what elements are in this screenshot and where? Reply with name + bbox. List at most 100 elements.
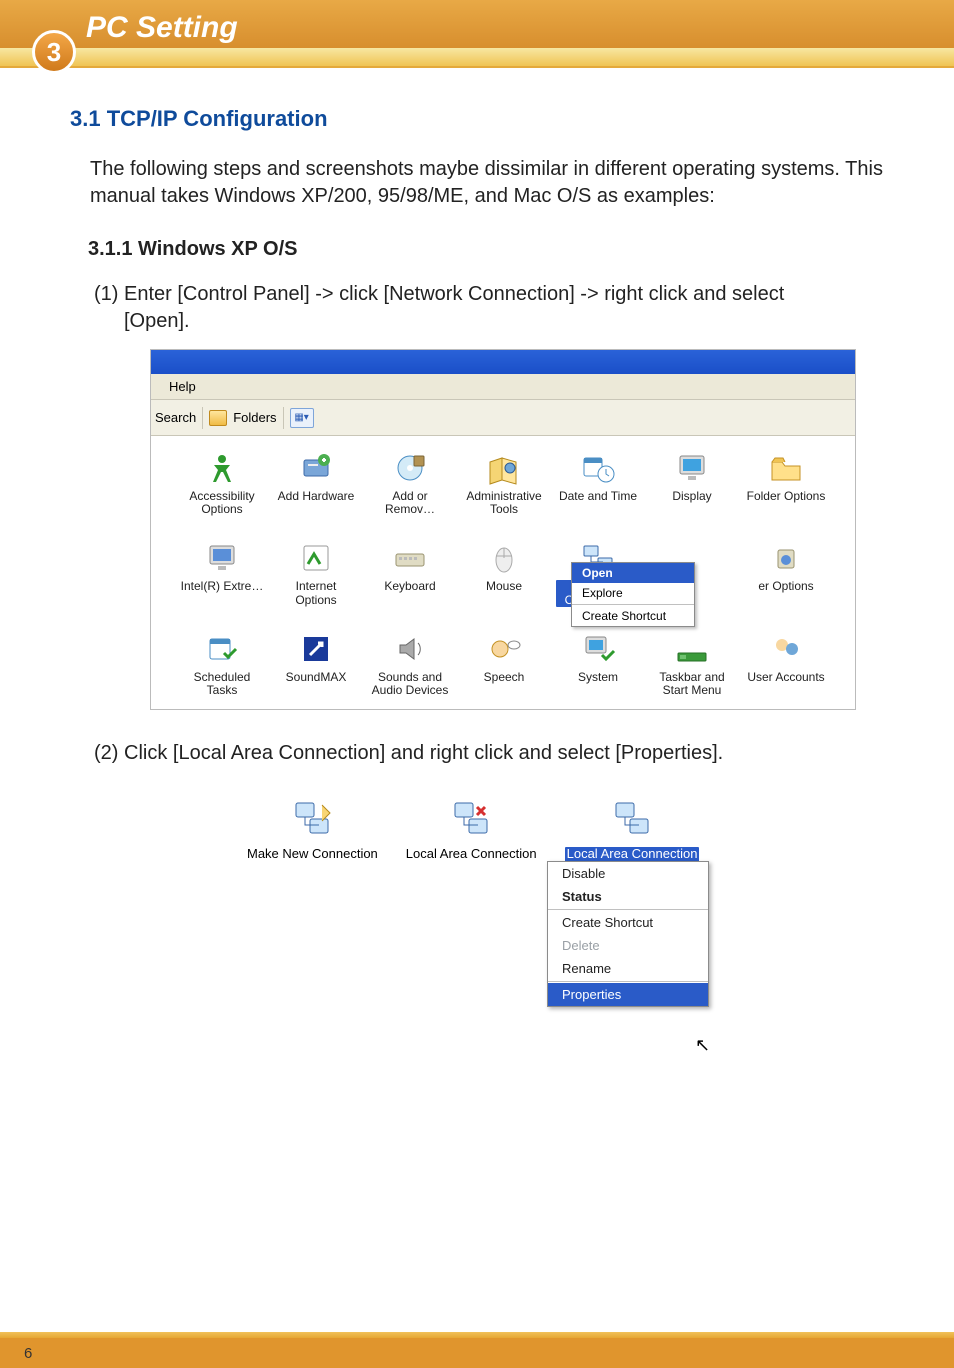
- ctx2-disable[interactable]: Disable: [548, 862, 708, 885]
- speech-icon: [486, 631, 522, 667]
- admin-tools-icon: [486, 450, 522, 486]
- date-time-icon: [580, 450, 616, 486]
- cp-label: Keyboard: [384, 580, 435, 593]
- folder-options-icon: [768, 450, 804, 486]
- views-button[interactable]: ▦▾: [290, 408, 314, 428]
- heading-3-1-1: 3.1.1 Windows XP O/S: [88, 238, 894, 261]
- sounds-icon: [392, 631, 428, 667]
- window-titlebar: [151, 350, 855, 374]
- context-menu-lan: Disable Status Create Shortcut Delete Re…: [547, 861, 709, 1007]
- ctx2-create-shortcut[interactable]: Create Shortcut: [548, 911, 708, 934]
- cp-item-sounds[interactable]: Sounds and Audio Devices: [363, 631, 457, 697]
- cp-item-date-time[interactable]: Date and Time: [551, 450, 645, 516]
- step-2: (2) Click [Local Area Connection] and ri…: [94, 740, 894, 767]
- cp-item-keyboard[interactable]: Keyboard: [363, 540, 457, 606]
- intel-icon: [204, 540, 240, 576]
- cp-item-soundmax[interactable]: SoundMAX: [269, 631, 363, 697]
- nc-label-selected: Local Area Connection: [565, 847, 700, 862]
- cp-label: Folder Options: [747, 490, 826, 503]
- cp-label: Display: [672, 490, 711, 503]
- add-remove-icon: [392, 450, 428, 486]
- ctx-create-shortcut[interactable]: Create Shortcut: [572, 606, 694, 626]
- cp-item-power-options-partial[interactable]: er Options: [739, 540, 833, 606]
- page-footer: 6: [0, 1332, 954, 1368]
- menu-help[interactable]: Help: [169, 379, 196, 394]
- page-number: 6: [24, 1345, 32, 1362]
- step-1: (1) Enter [Control Panel] -> click [Netw…: [94, 281, 894, 335]
- toolbar-separator: [283, 407, 284, 429]
- cp-label: Sounds and Audio Devices: [368, 671, 452, 697]
- cp-label: Speech: [484, 671, 525, 684]
- system-icon: [580, 631, 616, 667]
- soundmax-icon: [298, 631, 334, 667]
- cp-item-intel[interactable]: Intel(R) Extre…: [175, 540, 269, 606]
- cp-label: SoundMAX: [286, 671, 347, 684]
- nc-item-lan-1[interactable]: Local Area Connection: [406, 797, 537, 862]
- step-1-lead: (1) Enter [Control Panel] -> click [Netw…: [94, 283, 784, 305]
- nc-label: Make New Connection: [247, 847, 378, 862]
- cp-item-taskbar[interactable]: Taskbar and Start Menu: [645, 631, 739, 697]
- toolbar-separator: [202, 407, 203, 429]
- cp-label: Accessibility Options: [180, 490, 264, 516]
- step-1-continuation: [Open].: [124, 308, 894, 335]
- cp-label: Mouse: [486, 580, 522, 593]
- nc-item-make-new[interactable]: Make New Connection: [247, 797, 378, 862]
- chapter-title: PC Setting: [86, 11, 238, 45]
- make-new-connection-icon: [290, 797, 334, 841]
- cp-item-user-accounts[interactable]: User Accounts: [739, 631, 833, 697]
- context-menu-network: Open Explore Create Shortcut: [571, 562, 695, 627]
- cp-label: Internet Options: [274, 580, 358, 606]
- cp-item-accessibility[interactable]: Accessibility Options: [175, 450, 269, 516]
- cp-label: Intel(R) Extre…: [181, 580, 264, 593]
- header-swoosh: [0, 48, 954, 68]
- cp-label: Taskbar and Start Menu: [650, 671, 734, 697]
- nc-label: Local Area Connection: [406, 847, 537, 862]
- display-icon: [674, 450, 710, 486]
- section-number-badge: 3: [32, 30, 76, 74]
- cp-item-system[interactable]: System: [551, 631, 645, 697]
- cp-item-speech[interactable]: Speech: [457, 631, 551, 697]
- cp-item-internet-options[interactable]: Internet Options: [269, 540, 363, 606]
- cp-label: Date and Time: [559, 490, 637, 503]
- ctx-separator: [572, 604, 694, 605]
- power-icon: [768, 540, 804, 576]
- cp-label: Add or Remov…: [368, 490, 452, 516]
- cp-item-scheduled-tasks[interactable]: Scheduled Tasks: [175, 631, 269, 697]
- lan-selected-icon: [610, 797, 654, 841]
- cp-item-add-hardware[interactable]: Add Hardware: [269, 450, 363, 516]
- cp-label: Add Hardware: [278, 490, 355, 503]
- heading-3-1: 3.1 TCP/IP Configuration: [70, 106, 894, 132]
- window-menubar: Help: [151, 374, 855, 400]
- cp-label: System: [578, 671, 618, 684]
- ctx2-delete-disabled: Delete: [548, 934, 708, 957]
- cp-item-mouse[interactable]: Mouse: [457, 540, 551, 606]
- cp-item-admin-tools[interactable]: Administrative Tools: [457, 450, 551, 516]
- user-accounts-icon: [768, 631, 804, 667]
- add-hardware-icon: [298, 450, 334, 486]
- mouse-icon: [486, 540, 522, 576]
- ctx2-rename[interactable]: Rename: [548, 957, 708, 980]
- screenshot-control-panel: Help Search Folders ▦▾ Accessibility Opt…: [150, 349, 856, 710]
- ctx2-status[interactable]: Status: [548, 885, 708, 908]
- lan-icon: [449, 797, 493, 841]
- cp-label: User Accounts: [747, 671, 824, 684]
- ctx-separator: [548, 909, 708, 910]
- ctx-separator: [548, 981, 708, 982]
- cp-label: Administrative Tools: [462, 490, 546, 516]
- folders-icon[interactable]: [209, 410, 227, 426]
- nc-item-lan-2-selected[interactable]: Local Area Connection: [565, 797, 700, 862]
- accessibility-icon: [204, 450, 240, 486]
- ctx-open[interactable]: Open: [572, 563, 694, 583]
- window-toolbar: Search Folders ▦▾: [151, 400, 855, 436]
- keyboard-icon: [392, 540, 428, 576]
- cp-label: er Options: [758, 580, 813, 593]
- cp-item-display[interactable]: Display: [645, 450, 739, 516]
- toolbar-folders-label[interactable]: Folders: [233, 410, 276, 425]
- cp-label: Scheduled Tasks: [180, 671, 264, 697]
- cp-item-folder-options[interactable]: Folder Options: [739, 450, 833, 516]
- cp-item-add-remove[interactable]: Add or Remov…: [363, 450, 457, 516]
- ctx2-properties[interactable]: Properties: [548, 983, 708, 1006]
- cursor-icon: ↖: [695, 1035, 710, 1056]
- ctx-explore[interactable]: Explore: [572, 583, 694, 603]
- toolbar-search-label[interactable]: Search: [155, 410, 196, 425]
